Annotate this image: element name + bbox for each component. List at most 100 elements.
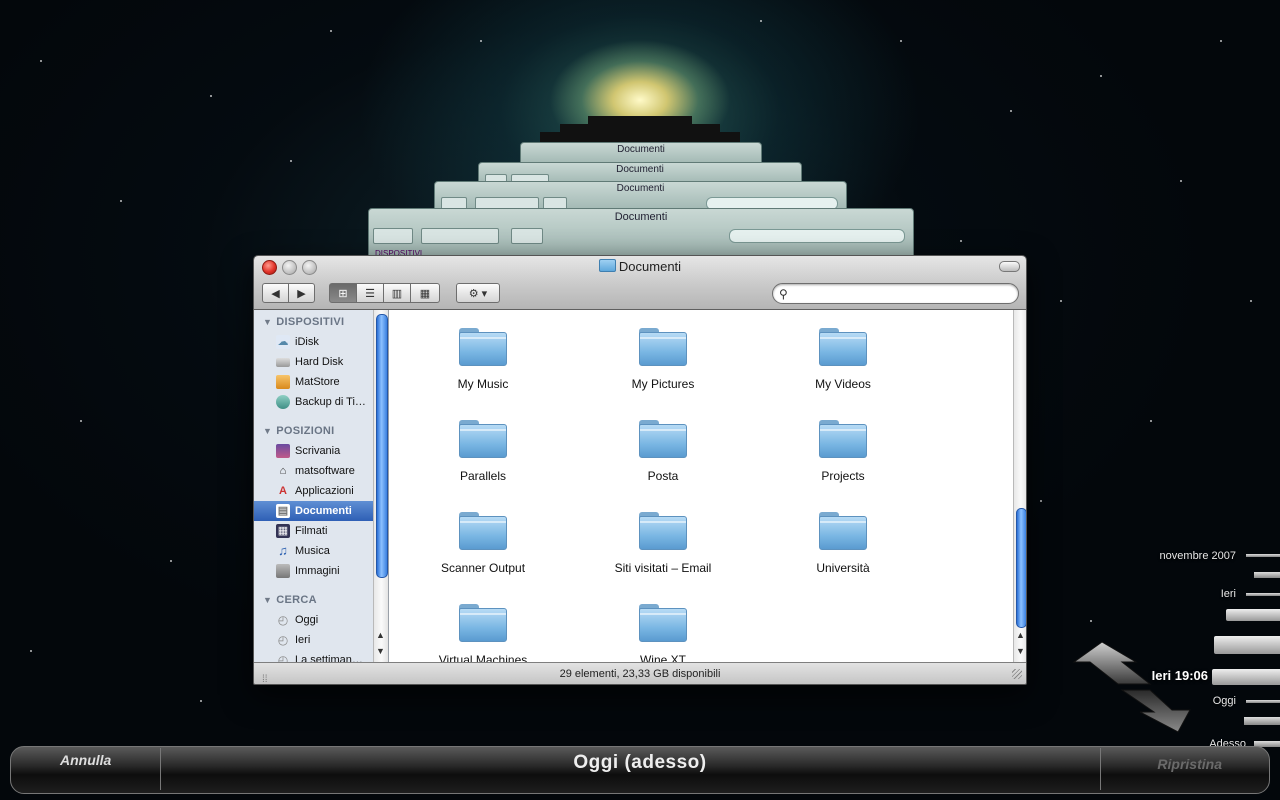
sidebar-item-matsoftware[interactable]: ⌂ matsoftware — [254, 461, 373, 481]
search-field[interactable]: ⚲ — [772, 283, 1019, 304]
sidebar-item-oggi[interactable]: ◴ Oggi — [254, 610, 373, 630]
idisk-icon: ☁ — [276, 335, 290, 349]
sidebar-item-label: Documenti — [295, 505, 352, 517]
column-view-button[interactable]: ▥ — [383, 283, 411, 303]
sidebar-section-dispositivi[interactable]: ▼ DISPOSITIVI — [263, 316, 344, 328]
sidebar-scroll-thumb[interactable] — [376, 314, 388, 578]
clock-icon: ◴ — [277, 633, 289, 647]
scroll-up-arrow-icon[interactable]: ▲ — [1016, 630, 1025, 640]
timemachine-disk-icon — [276, 395, 290, 409]
folder-icon — [639, 512, 687, 550]
sidebar-item-backup[interactable]: Backup di Ti… — [254, 392, 373, 412]
sidebar-scrollbar[interactable]: ▲ ▼ — [373, 310, 388, 662]
scroll-up-arrow-icon[interactable]: ▲ — [376, 630, 385, 640]
history-window-title: Documenti — [614, 211, 668, 223]
timeline-current-tick[interactable] — [1212, 669, 1280, 685]
timeline-label-month[interactable]: novembre 2007 — [1160, 550, 1236, 562]
file-icon-view[interactable]: My Music My Pictures My Videos Parallels… — [389, 310, 1013, 662]
sidebar-item-label: MatStore — [295, 376, 340, 388]
timeline-tick[interactable] — [1244, 717, 1280, 725]
sidebar-item-label: Hard Disk — [295, 356, 344, 368]
sidebar-item-idisk[interactable]: ☁ iDisk — [254, 332, 373, 352]
back-in-time-arrow-icon[interactable] — [1072, 640, 1152, 686]
icon-view-icon: ⊞ — [338, 287, 348, 300]
timeline-label-ieri[interactable]: Ieri — [1221, 588, 1236, 600]
sidebar-item-label: Oggi — [295, 614, 319, 626]
sidebar-item-label: Applicazioni — [295, 485, 354, 497]
folder-label: My Pictures — [631, 377, 695, 391]
folder-item[interactable]: Università — [753, 512, 933, 575]
folder-item[interactable]: Scanner Output — [393, 512, 573, 575]
sidebar-item-filmati[interactable]: ▦ Filmati — [254, 521, 373, 541]
search-icon: ⚲ — [779, 287, 788, 301]
sidebar-item-ieri[interactable]: ◴ Ieri — [254, 630, 373, 650]
scroll-down-arrow-icon[interactable]: ▼ — [1016, 646, 1025, 656]
content-scroll-thumb[interactable] — [1016, 508, 1026, 628]
back-button[interactable]: ◀ — [262, 283, 289, 303]
history-stack-tip — [588, 116, 692, 124]
timeline-tick[interactable] — [1226, 609, 1280, 621]
search-input[interactable] — [795, 286, 1014, 303]
folder-item[interactable]: My Music — [393, 328, 573, 391]
sidebar-item-matstore[interactable]: MatStore — [254, 372, 373, 392]
disclosure-triangle-icon: ▼ — [263, 426, 273, 436]
list-view-button[interactable]: ☰ — [356, 283, 384, 303]
sidebar-item-label: Scrivania — [295, 445, 341, 457]
sidebar-section-posizioni[interactable]: ▼ POSIZIONI — [263, 425, 335, 437]
folder-item[interactable]: My Videos — [753, 328, 933, 391]
sidebar-item-documenti[interactable]: ▤ Documenti — [254, 501, 373, 521]
home-icon: ⌂ — [279, 465, 287, 477]
desktop-icon — [276, 444, 290, 458]
coverflow-view-button[interactable]: ▦ — [410, 283, 440, 303]
folder-item[interactable]: Siti visitati – Email — [573, 512, 753, 575]
sidebar-section-cerca[interactable]: ▼ CERCA — [263, 594, 317, 606]
pictures-icon — [276, 564, 290, 578]
disclosure-triangle-icon: ▼ — [263, 595, 273, 605]
resize-grip-icon[interactable] — [1012, 669, 1022, 679]
timeline-label-oggi[interactable]: Oggi — [1213, 695, 1236, 707]
clock-icon: ◴ — [277, 613, 289, 627]
icon-view-button[interactable]: ⊞ — [329, 283, 357, 303]
folder-item[interactable]: Parallels — [393, 420, 573, 483]
sidebar-resize-handle-icon[interactable]: ⁞⁞ — [262, 669, 268, 684]
timeline-tick[interactable] — [1254, 572, 1280, 578]
sidebar-item-immagini[interactable]: Immagini — [254, 561, 373, 581]
folder-item[interactable]: My Pictures — [573, 328, 753, 391]
sidebar-item-musica[interactable]: ♫ Musica — [254, 541, 373, 561]
folder-item[interactable]: Projects — [753, 420, 933, 483]
folder-label: Università — [816, 561, 870, 575]
restore-button[interactable]: Ripristina — [1157, 756, 1222, 772]
scroll-down-arrow-icon[interactable]: ▼ — [376, 646, 385, 656]
sidebar-item-label: Ieri — [295, 634, 311, 646]
drive-icon — [276, 375, 290, 389]
timeline-tick[interactable] — [1214, 636, 1280, 654]
folder-label: My Videos — [815, 377, 871, 391]
folder-icon — [819, 328, 867, 366]
sidebar-item-applicazioni[interactable]: A Applicazioni — [254, 481, 373, 501]
forward-button[interactable]: ▶ — [288, 283, 315, 303]
sidebar-item-label: Filmati — [295, 525, 328, 537]
timeline-tick[interactable] — [1246, 593, 1280, 596]
folder-item[interactable]: Wine XT — [573, 604, 753, 662]
folder-icon — [459, 512, 507, 550]
folder-label: Projects — [821, 469, 865, 483]
folder-item[interactable]: Virtual Machines — [393, 604, 573, 662]
history-window[interactable]: Documenti DISPOSITIVI — [368, 208, 914, 258]
sidebar-item-label: Immagini — [295, 565, 340, 577]
forward-in-time-arrow-icon[interactable] — [1120, 688, 1208, 734]
coverflow-view-icon: ▦ — [419, 287, 431, 300]
timeline-tick[interactable] — [1246, 700, 1280, 703]
folder-icon — [639, 328, 687, 366]
finder-window[interactable]: Documenti ◀ ▶ ⊞ ☰ ▥ ▦ ⚙ ▾ ⚲ ▼ DISPOSITIVI… — [253, 255, 1027, 685]
sidebar-item-hard-disk[interactable]: Hard Disk — [254, 352, 373, 372]
sidebar-item-scrivania[interactable]: Scrivania — [254, 441, 373, 461]
sidebar-item-la-settimana[interactable]: ◴ La settiman… — [254, 650, 373, 662]
content-scrollbar[interactable]: ▲ ▼ — [1013, 310, 1026, 662]
sidebar-item-label: La settiman… — [295, 654, 363, 662]
action-menu-button[interactable]: ⚙ ▾ — [456, 283, 500, 303]
history-stack-tip — [560, 124, 720, 132]
toolbar-toggle-button[interactable] — [999, 261, 1020, 272]
folder-item[interactable]: Posta — [573, 420, 753, 483]
column-view-icon: ▥ — [391, 287, 403, 300]
timeline-tick[interactable] — [1246, 554, 1280, 557]
